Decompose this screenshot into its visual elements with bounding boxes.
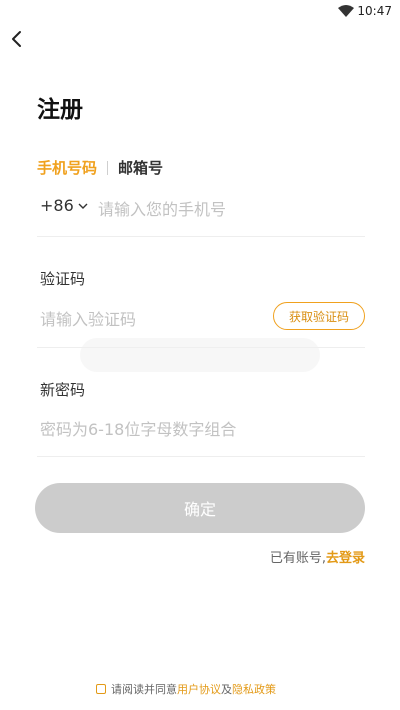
toast-overlay	[80, 338, 320, 372]
country-code: +86	[40, 196, 74, 215]
code-input[interactable]: 请输入验证码	[40, 306, 136, 330]
password-input[interactable]: 密码为6-18位字母数字组合	[40, 416, 236, 440]
login-prompt-text: 已有账号,	[269, 551, 326, 566]
status-bar: 10:47	[0, 0, 400, 24]
tab-phone[interactable]: 手机号码	[37, 157, 97, 178]
page-title: 注册	[37, 97, 83, 123]
password-label: 新密码	[40, 381, 86, 399]
privacy-policy-link[interactable]: 隐私政策	[232, 681, 276, 697]
login-prompt: 已有账号,去登录	[270, 547, 365, 566]
agreement-row: 请阅读并同意 用户协议 及 隐私政策	[96, 681, 276, 697]
tab-divider	[107, 160, 109, 175]
phone-input[interactable]: 请输入您的手机号	[98, 196, 226, 220]
get-code-button[interactable]: 获取验证码	[273, 302, 365, 330]
tab-email[interactable]: 邮箱号	[118, 157, 163, 178]
user-agreement-link[interactable]: 用户协议	[177, 681, 221, 697]
wifi-icon	[338, 5, 354, 17]
code-label: 验证码	[40, 270, 86, 288]
agreement-checkbox[interactable]	[96, 684, 106, 694]
back-button[interactable]	[6, 28, 28, 50]
go-login-link[interactable]: 去登录	[326, 551, 365, 566]
agreement-and: 及	[221, 683, 232, 696]
confirm-button[interactable]: 确定	[35, 483, 365, 533]
register-tabs: 手机号码 邮箱号	[37, 157, 163, 178]
agreement-prefix: 请阅读并同意	[111, 683, 177, 696]
status-time: 10:47	[357, 4, 392, 18]
chevron-left-icon	[12, 31, 21, 47]
divider	[37, 456, 365, 457]
chevron-down-icon	[78, 203, 88, 209]
country-code-selector[interactable]: +86	[40, 196, 88, 215]
divider	[37, 236, 365, 237]
